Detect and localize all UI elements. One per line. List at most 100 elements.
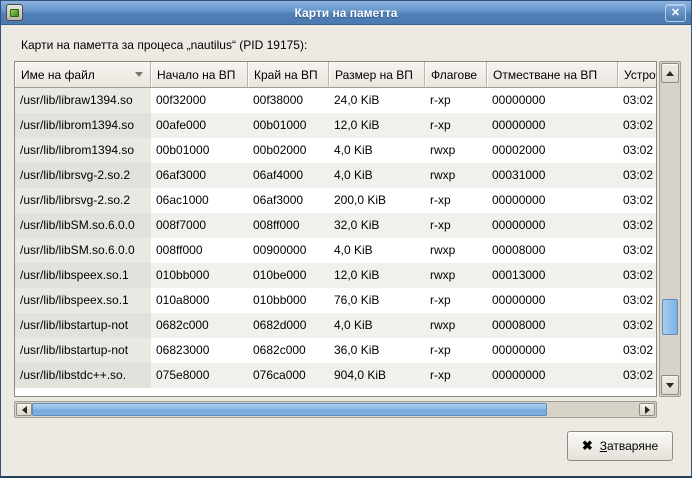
- column-header[interactable]: Устройство: [618, 62, 657, 88]
- table-cell: 03:02: [618, 88, 657, 113]
- table-cell: 4,0 KiB: [329, 313, 425, 338]
- close-button-label: Затваряне: [600, 439, 658, 453]
- table-row[interactable]: /usr/lib/libstartup-not068230000682c0003…: [15, 338, 657, 363]
- table-row[interactable]: /usr/lib/librsvg-2.so.206af300006af40004…: [15, 163, 657, 188]
- table-cell: 00008000: [487, 313, 618, 338]
- column-header[interactable]: Флагове: [425, 62, 487, 88]
- table-cell: 010bb000: [151, 263, 248, 288]
- table-cell: 00f38000: [248, 88, 329, 113]
- table-cell: rwxp: [425, 238, 487, 263]
- column-header[interactable]: Край на ВП: [248, 62, 329, 88]
- table-cell: /usr/lib/libraw1394.so: [15, 88, 151, 113]
- table-cell: 00000000: [487, 363, 618, 388]
- window-icon: [6, 4, 23, 21]
- table-cell: 06af3000: [248, 188, 329, 213]
- scroll-right-button[interactable]: [639, 403, 655, 416]
- horizontal-scrollbar[interactable]: [14, 401, 657, 418]
- table-cell: 03:02: [618, 113, 657, 138]
- vertical-scrollbar-thumb[interactable]: [662, 299, 678, 335]
- column-header-label: Край на ВП: [254, 68, 318, 82]
- table-cell: r-xp: [425, 188, 487, 213]
- table-cell: 00008000: [487, 238, 618, 263]
- table-cell: 03:02: [618, 363, 657, 388]
- table-cell: 24,0 KiB: [329, 88, 425, 113]
- table-cell: 0682c000: [248, 338, 329, 363]
- column-header[interactable]: Размер на ВП: [329, 62, 425, 88]
- table-cell: 03:02: [618, 313, 657, 338]
- column-header-label: Име на файл: [21, 68, 95, 82]
- close-dialog-button[interactable]: ✖ Затваряне: [567, 431, 673, 461]
- arrow-right-icon: [645, 406, 650, 414]
- column-header[interactable]: Отместване на ВП: [487, 62, 618, 88]
- table-cell: rwxp: [425, 263, 487, 288]
- memory-maps-dialog: Карти на паметта ✕ Карти на паметта за п…: [0, 0, 692, 478]
- table-cell: 00b02000: [248, 138, 329, 163]
- table-row[interactable]: /usr/lib/libspeex.so.1010a8000010bb00076…: [15, 288, 657, 313]
- table-cell: 010bb000: [248, 288, 329, 313]
- table-cell: 010be000: [248, 263, 329, 288]
- table-cell: 00b01000: [248, 113, 329, 138]
- table-cell: r-xp: [425, 363, 487, 388]
- titlebar[interactable]: Карти на паметта ✕: [1, 1, 691, 25]
- table-row[interactable]: /usr/lib/libstdc++.so.075e8000076ca00090…: [15, 363, 657, 388]
- table-row[interactable]: /usr/lib/libstartup-not0682c0000682d0004…: [15, 313, 657, 338]
- table-row[interactable]: /usr/lib/librom1394.so00afe00000b0100012…: [15, 113, 657, 138]
- table-cell: 00000000: [487, 288, 618, 313]
- horizontal-scrollbar-thumb[interactable]: [32, 403, 547, 416]
- column-header[interactable]: Начало на ВП: [151, 62, 248, 88]
- scroll-down-button[interactable]: [661, 375, 679, 395]
- close-icon: ✕: [671, 7, 680, 19]
- table-row[interactable]: /usr/lib/libSM.so.6.0.0008ff000009000004…: [15, 238, 657, 263]
- table-cell: 4,0 KiB: [329, 138, 425, 163]
- table-cell: /usr/lib/libspeex.so.1: [15, 288, 151, 313]
- arrow-left-icon: [22, 406, 27, 414]
- table-cell: 03:02: [618, 188, 657, 213]
- table-cell: 12,0 KiB: [329, 113, 425, 138]
- table-cell: 00900000: [248, 238, 329, 263]
- column-header[interactable]: Име на файл: [15, 62, 151, 88]
- close-x-icon: ✖: [582, 438, 593, 454]
- table-cell: 00000000: [487, 338, 618, 363]
- column-header-label: Устройство: [624, 68, 657, 82]
- process-description-label: Карти на паметта за процеса „nautilus“ (…: [21, 38, 307, 52]
- table-cell: /usr/lib/librsvg-2.so.2: [15, 188, 151, 213]
- scroll-up-button[interactable]: [661, 63, 679, 83]
- table-row[interactable]: /usr/lib/librsvg-2.so.206ac100006af30002…: [15, 188, 657, 213]
- arrow-down-icon: [666, 383, 674, 388]
- table-cell: /usr/lib/librom1394.so: [15, 113, 151, 138]
- table-cell: 00002000: [487, 138, 618, 163]
- close-window-button[interactable]: ✕: [665, 4, 686, 22]
- table-cell: 904,0 KiB: [329, 363, 425, 388]
- table-cell: 00000000: [487, 113, 618, 138]
- table-cell: 008ff000: [248, 213, 329, 238]
- table-cell: 00000000: [487, 188, 618, 213]
- table-cell: 06823000: [151, 338, 248, 363]
- table-cell: 03:02: [618, 163, 657, 188]
- column-header-label: Флагове: [431, 68, 477, 82]
- table-cell: 03:02: [618, 238, 657, 263]
- table-header-row: Име на файл Начало на ВП Край на ВП Размер …: [15, 62, 657, 88]
- memory-maps-table: Име на файл Начало на ВП Край на ВП Размер …: [14, 61, 657, 397]
- table-row[interactable]: /usr/lib/libspeex.so.1010bb000010be00012…: [15, 263, 657, 288]
- scroll-left-button[interactable]: [16, 403, 32, 416]
- vertical-scrollbar[interactable]: [659, 61, 681, 397]
- table-cell: 03:02: [618, 263, 657, 288]
- column-header-label: Начало на ВП: [157, 68, 235, 82]
- table-cell: /usr/lib/libstdc++.so.: [15, 363, 151, 388]
- table-cell: r-xp: [425, 288, 487, 313]
- table-cell: /usr/lib/libSM.so.6.0.0: [15, 213, 151, 238]
- table-cell: /usr/lib/librom1394.so: [15, 138, 151, 163]
- table-cell: 00f32000: [151, 88, 248, 113]
- window-title: Карти на паметта: [1, 6, 691, 20]
- table-row[interactable]: /usr/lib/libraw1394.so00f3200000f3800024…: [15, 88, 657, 113]
- table-row[interactable]: /usr/lib/libSM.so.6.0.0008f7000008ff0003…: [15, 213, 657, 238]
- table-cell: r-xp: [425, 338, 487, 363]
- table-cell: 0682d000: [248, 313, 329, 338]
- table-cell: 03:02: [618, 288, 657, 313]
- column-header-label: Размер на ВП: [335, 68, 413, 82]
- table-cell: 12,0 KiB: [329, 263, 425, 288]
- monitor-screen-icon: [10, 9, 19, 17]
- sort-descending-icon: [135, 72, 143, 77]
- table-row[interactable]: /usr/lib/librom1394.so00b0100000b020004,…: [15, 138, 657, 163]
- table-cell: rwxp: [425, 313, 487, 338]
